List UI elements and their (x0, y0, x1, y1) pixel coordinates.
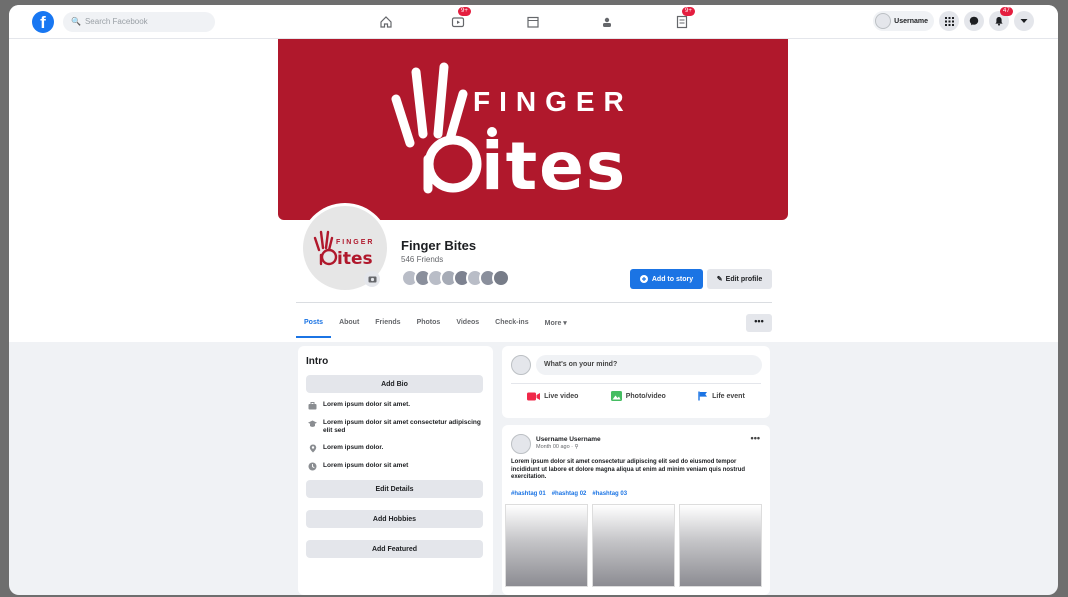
search-input[interactable]: 🔍 Search Facebook (63, 12, 215, 32)
svg-text:FINGER: FINGER (336, 239, 374, 246)
photo-video-button[interactable]: Photo/video (610, 391, 666, 401)
avatar[interactable] (492, 269, 510, 287)
hashtag-link[interactable]: #hashtag 03 (592, 491, 627, 497)
svg-text:ites: ites (337, 249, 373, 268)
watch-badge: 9+ (458, 7, 471, 16)
friend-avatars[interactable] (401, 269, 510, 287)
gaming-icon[interactable]: 9+ (673, 7, 695, 31)
whats-on-your-mind-input[interactable]: What's on your mind? (536, 355, 762, 375)
tab-check-ins[interactable]: Check-ins (487, 313, 536, 338)
post-body: Lorem ipsum dolor sit amet consectetur a… (511, 459, 746, 480)
tab-posts[interactable]: Posts (296, 313, 332, 338)
top-navigation-bar: f 🔍 Search Facebook 9+ 9+ Username 47 (9, 5, 1058, 39)
notifications-bell-icon[interactable]: 47 (989, 7, 1013, 31)
post-author[interactable]: Username Username (536, 436, 601, 443)
avatar[interactable] (511, 434, 531, 454)
pencil-icon: ✎ (716, 276, 723, 283)
composer-actions: Live video Photo/video Life event (511, 391, 761, 401)
notifications-badge: 47 (1000, 7, 1013, 16)
post-hashtags: #hashtag 01 #hashtag 02 #hashtag 03 (511, 491, 627, 497)
tab-about[interactable]: About (331, 313, 367, 338)
post-photo[interactable] (679, 504, 762, 587)
tab-videos[interactable]: Videos (448, 313, 487, 338)
add-to-story-label: Add to story (651, 275, 694, 283)
photo-video-label: Photo/video (625, 392, 666, 400)
briefcase-icon (308, 401, 317, 410)
live-video-icon (527, 392, 541, 400)
photo-icon (610, 391, 622, 401)
live-video-label: Live video (544, 392, 579, 400)
home-icon[interactable] (377, 13, 395, 31)
tab-friends[interactable]: Friends (367, 313, 408, 338)
graduation-icon (308, 419, 317, 428)
intro-title: Intro (306, 356, 329, 367)
search-icon: 🔍 (71, 17, 81, 26)
divider (296, 302, 772, 303)
browser-frame: f 🔍 Search Facebook 9+ 9+ Username 47 FI… (9, 5, 1058, 595)
intro-card: Intro Add Bio Lorem ipsum dolor sit amet… (298, 346, 493, 595)
cover-photo[interactable]: FINGER ites (278, 39, 788, 220)
edit-details-button[interactable]: Edit Details (306, 480, 483, 498)
post-composer: What's on your mind? Live video Photo/vi… (502, 346, 770, 418)
add-bio-button[interactable]: Add Bio (306, 375, 483, 393)
intro-detail-text: Lorem ipsum dolor sit amet. (323, 401, 411, 408)
life-event-label: Life event (712, 392, 745, 400)
edit-profile-label: Edit profile (725, 275, 763, 283)
edit-profile-button[interactable]: ✎ Edit profile (707, 269, 772, 289)
add-hobbies-button[interactable]: Add Hobbies (306, 510, 483, 528)
add-to-story-button[interactable]: Add to story (630, 269, 703, 289)
facebook-logo-icon[interactable]: f (32, 11, 54, 33)
hashtag-link[interactable]: #hashtag 01 (511, 491, 546, 497)
profile-shortcut-button[interactable]: Username (873, 11, 934, 31)
post-options-icon[interactable]: ••• (751, 433, 760, 443)
intro-detail: Lorem ipsum dolor sit amet consectetur a… (308, 419, 485, 435)
profile-picture[interactable]: FINGER ites (300, 203, 390, 293)
messenger-icon[interactable] (964, 11, 984, 31)
account-tools: Username 47 (873, 7, 1034, 31)
groups-icon[interactable] (598, 13, 616, 31)
watch-icon[interactable]: 9+ (449, 7, 471, 31)
cover-logo-bottom-word: ites (481, 128, 627, 205)
intro-detail-text: Lorem ipsum dolor. (323, 444, 384, 451)
cover-logo-top-word: FINGER (473, 86, 633, 117)
gaming-badge: 9+ (682, 7, 695, 16)
username-label: Username (894, 17, 928, 25)
post-photo[interactable] (592, 504, 675, 587)
avatar (875, 13, 892, 29)
live-video-button[interactable]: Live video (527, 391, 578, 401)
avatar (511, 355, 531, 375)
feed-post: Username Username Month 00 ago · ⚲ ••• L… (502, 425, 770, 595)
post-photo[interactable] (505, 504, 588, 587)
tab-more[interactable]: More ▾ (537, 313, 575, 338)
intro-detail-text: Lorem ipsum dolor sit amet consectetur a… (323, 419, 481, 434)
life-event-button[interactable]: Life event (698, 391, 745, 401)
post-timestamp[interactable]: Month 00 ago · ⚲ (536, 444, 579, 450)
clock-icon (308, 462, 317, 471)
post-photos (505, 504, 762, 587)
location-icon (308, 444, 317, 453)
intro-detail: Lorem ipsum dolor. (308, 444, 485, 453)
plus-icon (639, 275, 648, 283)
marketplace-icon[interactable] (524, 13, 542, 31)
friends-count[interactable]: 546 Friends (401, 255, 443, 264)
account-dropdown-chevron-down-icon[interactable] (1014, 11, 1034, 31)
divider (511, 383, 761, 384)
more-options-button[interactable]: ••• (746, 314, 772, 332)
intro-detail: Lorem ipsum dolor sit amet (308, 462, 485, 471)
intro-detail: Lorem ipsum dolor sit amet. (308, 401, 485, 410)
profile-tabs: Posts About Friends Photos Videos Check-… (296, 313, 575, 338)
add-featured-button[interactable]: Add Featured (306, 540, 483, 558)
page-title: Finger Bites (401, 238, 477, 253)
search-placeholder: Search Facebook (84, 17, 148, 26)
profile-header: FINGER ites FINGER ites Finger Bites 546… (9, 39, 1058, 342)
tab-photos[interactable]: Photos (409, 313, 449, 338)
flag-icon (698, 391, 708, 401)
menu-grid-icon[interactable] (939, 11, 959, 31)
hashtag-link[interactable]: #hashtag 02 (552, 491, 587, 497)
camera-icon[interactable] (364, 271, 380, 287)
finger-bites-cover-logo-icon: FINGER ites (391, 62, 633, 205)
intro-detail-text: Lorem ipsum dolor sit amet (323, 462, 409, 469)
